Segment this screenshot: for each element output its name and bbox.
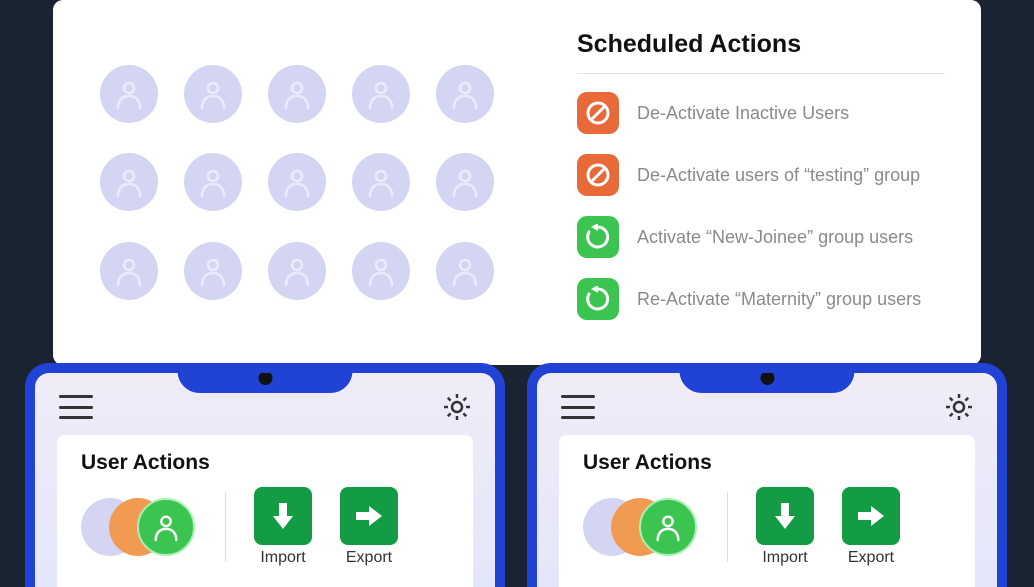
scheduled-action-row[interactable]: Re-Activate “Maternity” group users	[577, 278, 945, 320]
user-avatar	[436, 242, 494, 300]
user-avatar	[436, 153, 494, 211]
avatar-stack	[81, 496, 197, 558]
arrow-down-icon	[254, 487, 312, 545]
device-notch	[680, 363, 855, 393]
avatar-stack	[583, 496, 699, 558]
import-label: Import	[762, 549, 807, 567]
export-label: Export	[346, 549, 392, 567]
scheduled-action-row[interactable]: Activate “New-Joinee” group users	[577, 216, 945, 258]
camera-icon	[760, 371, 774, 385]
user-avatar	[352, 153, 410, 211]
user-avatar	[100, 65, 158, 123]
arrow-down-icon	[756, 487, 814, 545]
user-actions-title: User Actions	[81, 451, 449, 475]
user-avatar	[184, 153, 242, 211]
user-avatar	[137, 498, 195, 556]
user-avatar	[352, 242, 410, 300]
menu-icon[interactable]	[561, 395, 595, 419]
user-actions-card: User Actions Import Export	[57, 435, 473, 587]
user-avatar	[352, 65, 410, 123]
user-avatar	[268, 242, 326, 300]
main-card: Scheduled Actions De-Activate Inactive U…	[53, 0, 981, 365]
prohibit-icon	[577, 154, 619, 196]
import-button[interactable]: Import	[254, 487, 312, 567]
user-actions-card: User Actions Import Export	[559, 435, 975, 587]
user-avatar	[268, 65, 326, 123]
user-avatar	[100, 153, 158, 211]
tablet-device-right: User Actions Import Export	[527, 363, 1007, 587]
export-button[interactable]: Export	[842, 487, 900, 567]
user-avatar	[268, 153, 326, 211]
scheduled-actions-panel: Scheduled Actions De-Activate Inactive U…	[541, 0, 981, 365]
refresh-icon	[577, 216, 619, 258]
divider	[225, 492, 226, 562]
gear-icon[interactable]	[443, 393, 471, 421]
tablet-device-left: User Actions Import Export	[25, 363, 505, 587]
menu-icon[interactable]	[59, 395, 93, 419]
arrow-right-icon	[842, 487, 900, 545]
user-avatar	[100, 242, 158, 300]
scheduled-actions-title: Scheduled Actions	[577, 30, 945, 74]
import-label: Import	[260, 549, 305, 567]
user-avatar	[184, 65, 242, 123]
gear-icon[interactable]	[945, 393, 973, 421]
export-button[interactable]: Export	[340, 487, 398, 567]
scheduled-action-label: De-Activate Inactive Users	[637, 103, 849, 124]
divider	[727, 492, 728, 562]
scheduled-action-label: Re-Activate “Maternity” group users	[637, 289, 921, 310]
scheduled-action-label: Activate “New-Joinee” group users	[637, 227, 913, 248]
user-avatar	[436, 65, 494, 123]
arrow-right-icon	[340, 487, 398, 545]
user-avatar	[184, 242, 242, 300]
export-label: Export	[848, 549, 894, 567]
camera-icon	[258, 371, 272, 385]
scheduled-action-label: De-Activate users of “testing” group	[637, 165, 920, 186]
scheduled-action-row[interactable]: De-Activate users of “testing” group	[577, 154, 945, 196]
scheduled-action-row[interactable]: De-Activate Inactive Users	[577, 92, 945, 134]
user-avatar	[639, 498, 697, 556]
prohibit-icon	[577, 92, 619, 134]
user-avatar-grid	[53, 0, 541, 365]
user-actions-title: User Actions	[583, 451, 951, 475]
import-button[interactable]: Import	[756, 487, 814, 567]
refresh-icon	[577, 278, 619, 320]
device-notch	[178, 363, 353, 393]
